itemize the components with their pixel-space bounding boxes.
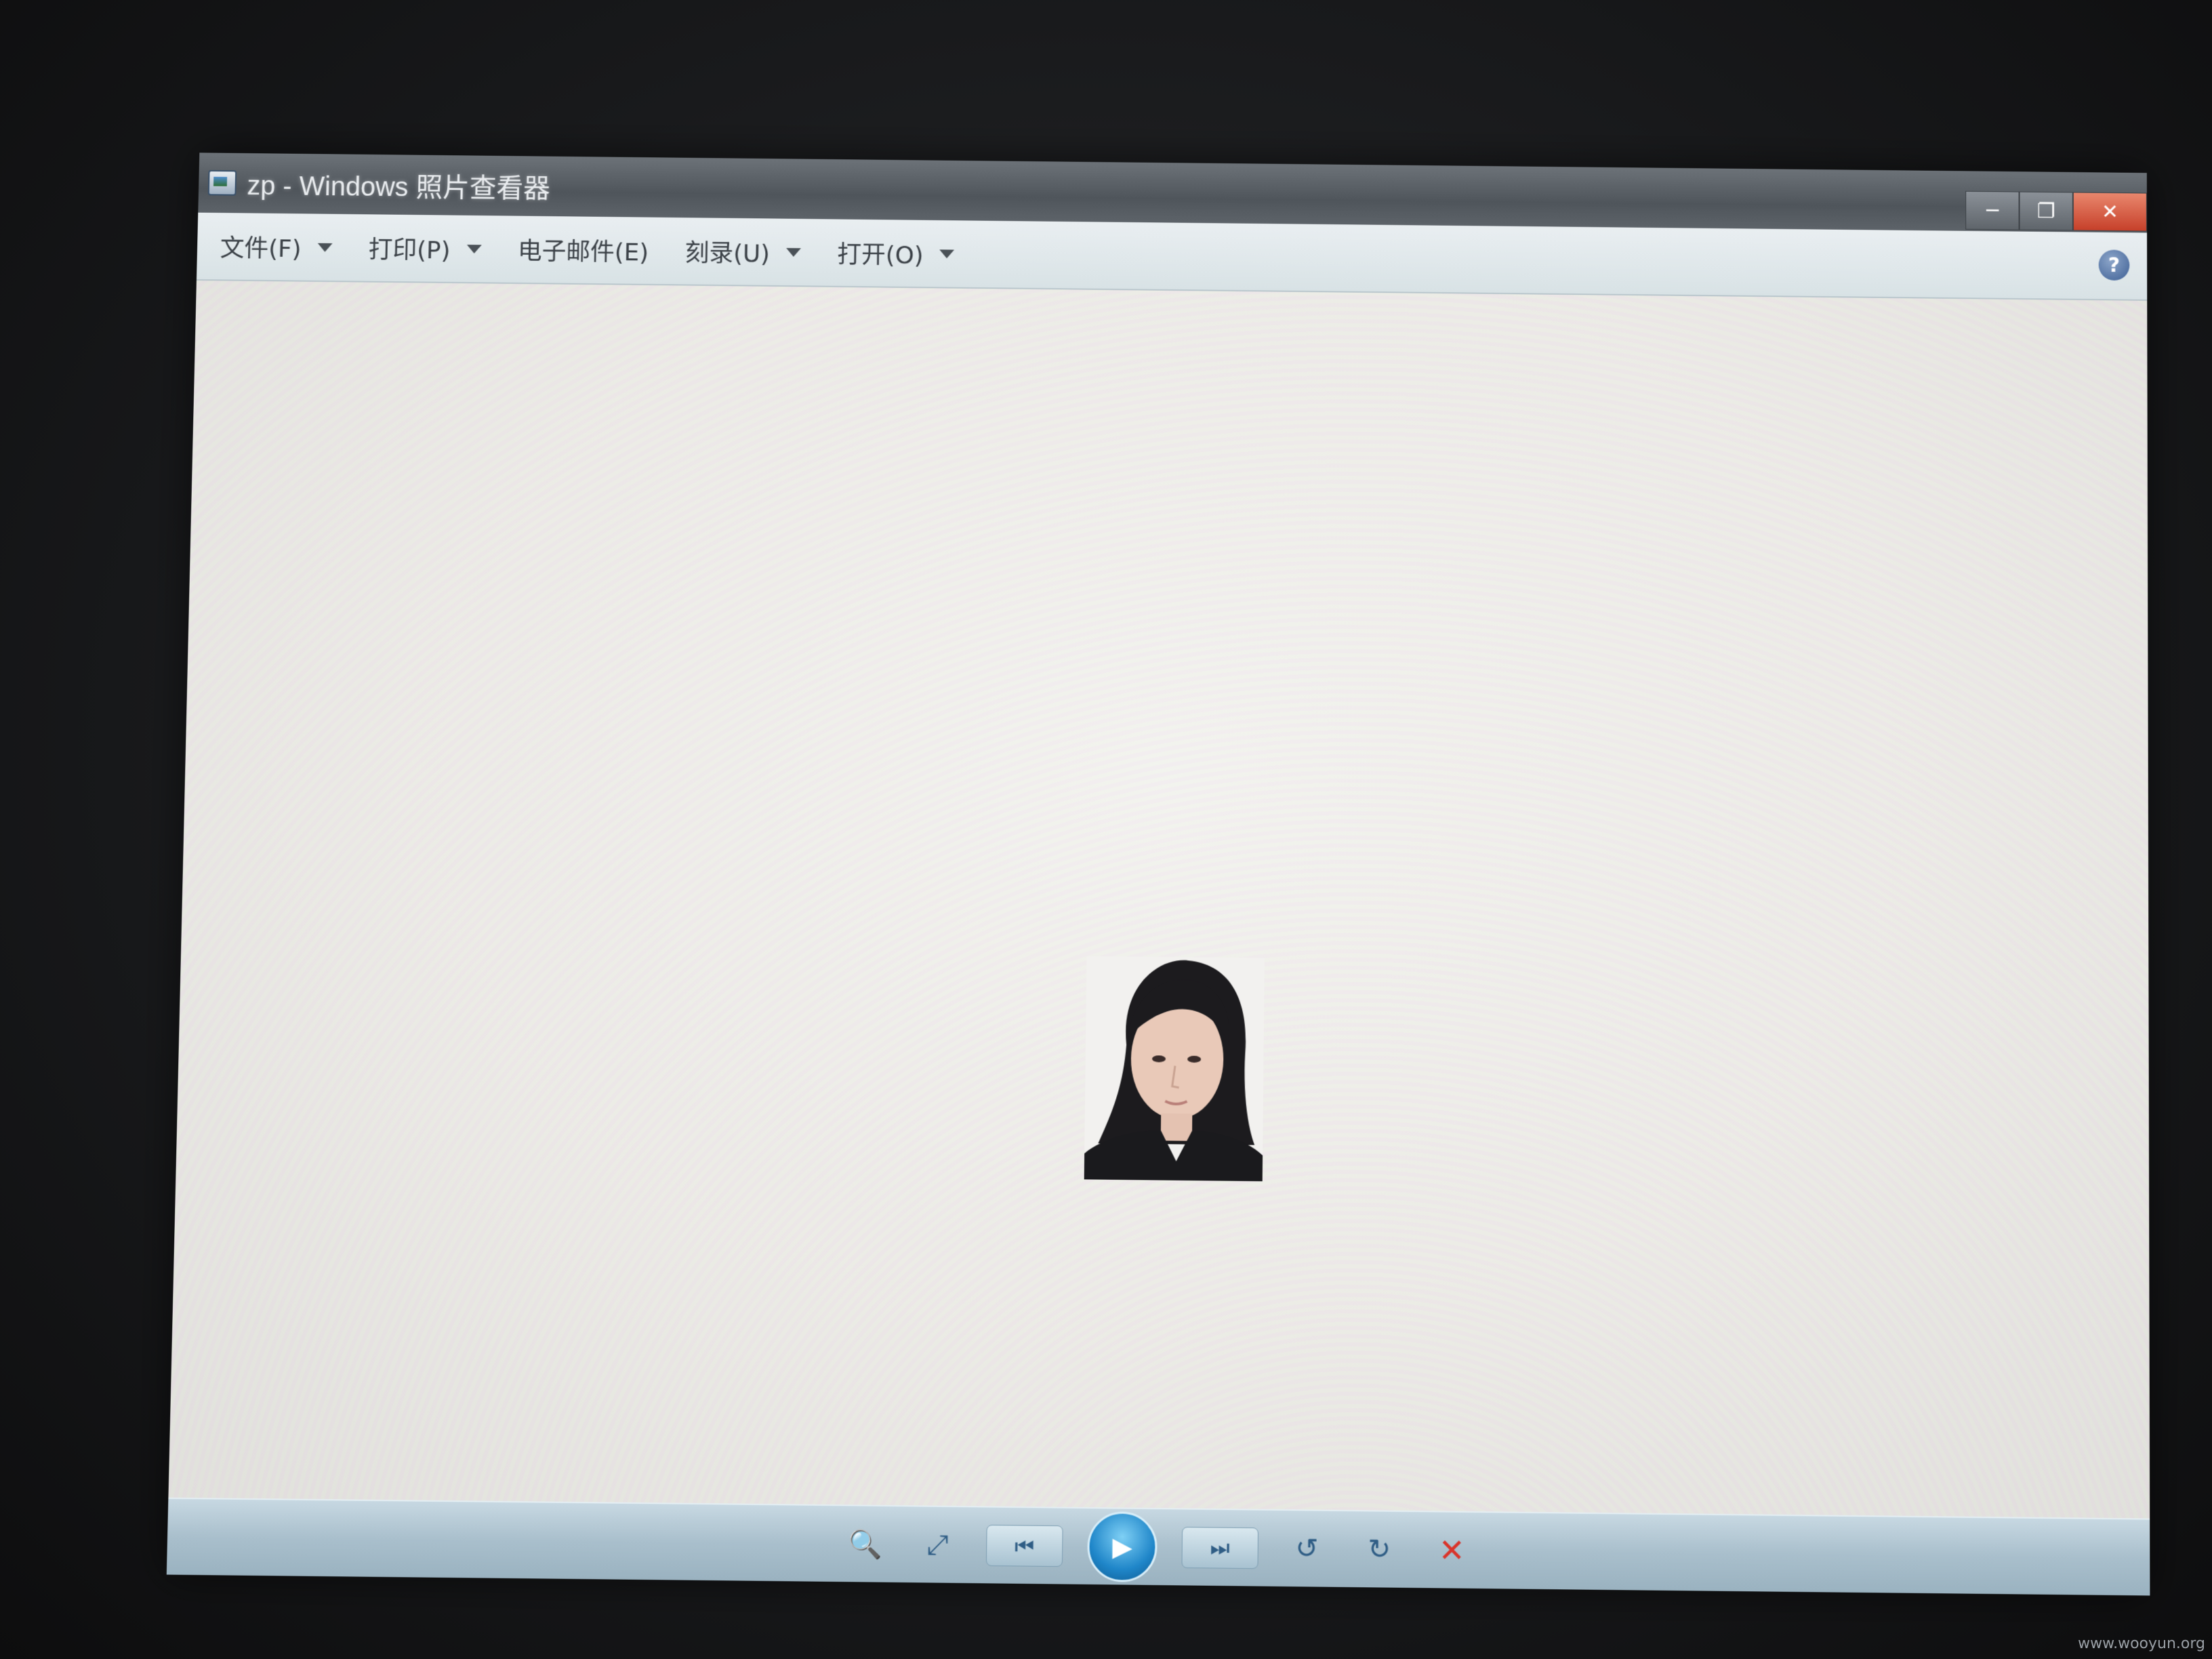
chevron-down-icon <box>939 249 955 258</box>
menu-open[interactable]: 打开(O) <box>837 235 955 271</box>
menu-print-label: 打印(P) <box>368 236 451 265</box>
window-controls: ─ ❐ ✕ <box>1965 190 2148 232</box>
menu-file[interactable]: 文件(F) <box>220 229 333 265</box>
zoom-icon[interactable]: 🔍 <box>841 1520 890 1569</box>
slideshow-play-button[interactable]: ▶ <box>1086 1511 1158 1582</box>
rotate-clockwise-icon[interactable]: ↻ <box>1355 1525 1404 1574</box>
chevron-down-icon <box>317 243 333 252</box>
next-button[interactable]: ⏭ <box>1181 1526 1259 1570</box>
portrait-photo <box>1084 956 1265 1182</box>
maximize-button[interactable]: ❐ <box>2019 191 2073 231</box>
portrait-illustration <box>1084 956 1265 1182</box>
screen: zp - Windows 照片查看器 ─ ❐ ✕ 文件(F) 打印(P) 电子邮… <box>166 152 2150 1596</box>
chevron-down-icon <box>466 244 482 253</box>
menu-burn-label: 刻录(U) <box>684 239 771 268</box>
photo-viewer-app-icon <box>207 169 237 196</box>
help-button[interactable]: ? <box>2098 249 2130 281</box>
menu-open-label: 打开(O) <box>836 241 924 270</box>
menu-file-label: 文件(F) <box>220 234 302 264</box>
delete-icon[interactable]: ✕ <box>1428 1526 1476 1575</box>
window-title: zp - Windows 照片查看器 <box>247 171 551 204</box>
menu-burn[interactable]: 刻录(U) <box>684 234 801 270</box>
fit-to-window-icon[interactable]: ⤢ <box>914 1521 962 1570</box>
previous-button[interactable]: ⏮ <box>985 1524 1063 1568</box>
close-button[interactable]: ✕ <box>2072 192 2148 232</box>
menu-print[interactable]: 打印(P) <box>368 230 482 266</box>
chevron-down-icon <box>785 247 801 257</box>
minimize-button[interactable]: ─ <box>1965 190 2020 230</box>
menu-email[interactable]: 电子邮件(E) <box>517 232 649 268</box>
image-viewing-area <box>168 280 2150 1520</box>
watermark-text: www.wooyun.org <box>2078 1635 2205 1652</box>
rotate-counterclockwise-icon[interactable]: ↺ <box>1283 1524 1331 1573</box>
menu-email-label: 电子邮件(E) <box>517 238 649 267</box>
photo-of-monitor: zp - Windows 照片查看器 ─ ❐ ✕ 文件(F) 打印(P) 电子邮… <box>0 0 2212 1659</box>
